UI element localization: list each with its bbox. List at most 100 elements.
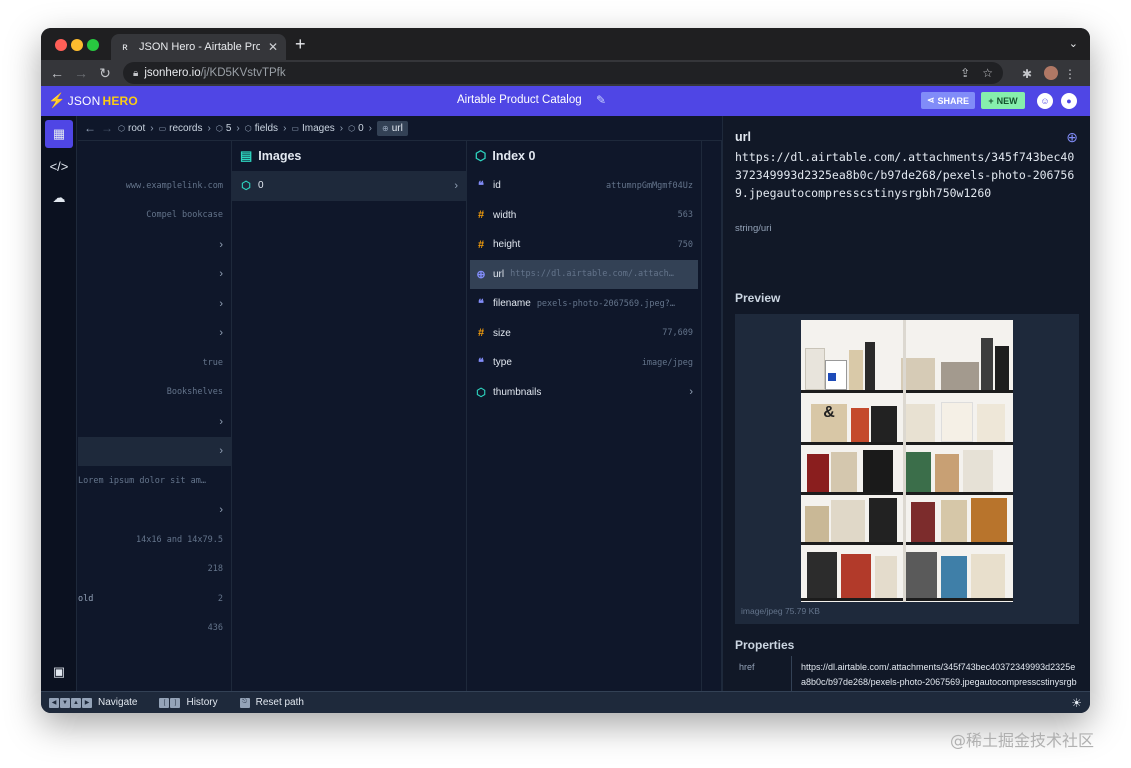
table-row[interactable]: ❝ id attumnpGmMgmf04Uz — [467, 171, 701, 201]
edit-title-icon[interactable]: ✎ — [596, 93, 606, 107]
list-item[interactable]: › — [78, 230, 231, 260]
path-forward-icon[interactable]: → — [101, 121, 113, 135]
back-icon[interactable]: ← — [45, 65, 69, 81]
detail-value[interactable]: https://dl.airtable.com/.attachments/345… — [735, 148, 1075, 202]
chevron-right-icon: › — [219, 327, 223, 340]
item-key: 0 — [258, 180, 264, 192]
list-item[interactable]: › — [78, 407, 231, 437]
item-value: 77,609 — [662, 328, 693, 339]
list-item[interactable]: › — [78, 496, 231, 526]
reload-icon[interactable]: ↻ — [93, 65, 117, 82]
field-value: www.examplelink.com — [125, 180, 223, 191]
list-item[interactable]: › — [78, 289, 231, 319]
list-item[interactable]: 218 — [78, 555, 231, 585]
item-key: thumbnails — [493, 386, 542, 398]
arrow-keys-icon: ◀ ▼ ▲ ▶ — [49, 697, 92, 708]
item-key: width — [493, 209, 517, 221]
minimize-window-button[interactable] — [71, 39, 83, 51]
table-row[interactable]: ❝ filename pexels-photo-2067569.jpeg?… — [467, 289, 701, 319]
list-item[interactable]: Compel bookcase — [78, 201, 231, 231]
item-key: type — [493, 357, 512, 369]
path-back-icon[interactable]: ← — [84, 121, 96, 135]
lock-icon[interactable]: 🔒︎ — [133, 68, 138, 79]
bookshelf-photo[interactable]: & — [801, 320, 1013, 602]
share-page-icon[interactable]: ⇪ — [960, 66, 970, 80]
crumb-label: records — [169, 122, 203, 134]
list-item[interactable]: true — [78, 348, 231, 378]
chevron-right-icon: › — [207, 122, 211, 134]
esc-key-icon: ⎋ — [239, 697, 250, 708]
forward-icon[interactable]: → — [69, 65, 93, 81]
code-view-icon[interactable]: </> — [45, 152, 73, 180]
table-row[interactable]: ⬡ thumbnails › — [467, 378, 701, 408]
list-item[interactable]: › — [78, 260, 231, 290]
tab-search-icon[interactable]: ⌄ — [1069, 37, 1078, 50]
book — [807, 454, 829, 492]
list-item[interactable]: Lorem ipsum dolor sit am… — [78, 466, 231, 496]
share-icon: ⋖ — [926, 95, 935, 105]
field-value: true — [202, 357, 223, 368]
list-item[interactable]: old 2 — [78, 584, 231, 614]
browser-menu-icon[interactable]: ⋮ — [1064, 67, 1076, 81]
globe-icon[interactable]: ⊕ — [1066, 129, 1078, 146]
field-key: old — [78, 593, 94, 604]
close-window-button[interactable] — [55, 39, 67, 51]
field-value: 2 — [217, 593, 223, 604]
object-icon: ⬡ — [215, 123, 223, 133]
list-item[interactable]: 436 — [78, 614, 231, 644]
item-value: https://dl.airtable.com/.attach… — [510, 269, 674, 280]
browser-tab[interactable]: ʀ JSON Hero - Airtable Product ✕ — [111, 34, 286, 60]
document-title[interactable]: Airtable Product Catalog — [457, 94, 582, 106]
profile-avatar[interactable] — [1044, 66, 1058, 80]
list-item[interactable]: › — [78, 319, 231, 349]
table-row[interactable]: ❝ type image/jpeg — [467, 348, 701, 378]
item-value: 750 — [677, 239, 693, 250]
crumb-root[interactable]: ⬡ root — [118, 123, 145, 134]
quote-icon: ❝ — [478, 357, 484, 370]
share-button[interactable]: ⋖ SHARE — [921, 92, 975, 109]
book — [865, 342, 875, 390]
book — [825, 360, 847, 390]
index-column: ⬡ Index 0 ❝ id attumnpGmMgmf04Uz # width 563… — [467, 141, 702, 691]
wall-divider — [903, 320, 906, 602]
crumb-records[interactable]: ▭ records — [159, 123, 203, 134]
bookmark-star-icon[interactable]: ☆ — [982, 66, 993, 80]
column-title: Images — [258, 149, 302, 163]
hash-icon: # — [477, 209, 485, 222]
chevron-right-icon: › — [219, 504, 223, 517]
list-item[interactable]: Bookshelves — [78, 378, 231, 408]
table-row[interactable]: # width 563 — [467, 201, 701, 231]
crumb-index[interactable]: ⬡ 5 — [216, 123, 232, 134]
crumb-zero[interactable]: ⬡ 0 — [348, 123, 364, 134]
extensions-icon[interactable]: ✱ — [1022, 67, 1032, 81]
list-item-selected[interactable]: › — [78, 436, 231, 466]
new-button[interactable]: + NEW — [981, 92, 1025, 109]
address-toolbar: ← → ↻ 🔒︎ jsonhero.io /j/KD5KVstvTPfk ⇪ ☆… — [41, 60, 1090, 86]
address-bar[interactable]: 🔒︎ jsonhero.io /j/KD5KVstvTPfk ⇪ ☆ — [123, 62, 1003, 84]
list-item-selected[interactable]: ⬡ 0 › — [232, 171, 466, 201]
object-icon: ⬡ — [118, 123, 125, 133]
terminal-icon[interactable]: ▣ — [45, 658, 73, 686]
columns-view-icon[interactable]: ▦ — [45, 120, 73, 148]
list-item[interactable]: www.examplelink.com — [78, 171, 231, 201]
chevron-right-icon: › — [219, 297, 223, 310]
close-tab-icon[interactable]: ✕ — [268, 40, 278, 54]
maximize-window-button[interactable] — [87, 39, 99, 51]
list-item[interactable]: 14x16 and 14x79.5 — [78, 525, 231, 555]
field-value: 14x16 and 14x79.5 — [136, 534, 223, 545]
new-tab-button[interactable]: + — [295, 35, 306, 53]
github-icon[interactable]: ● — [1061, 93, 1077, 109]
table-row-selected[interactable]: ⊕ url https://dl.airtable.com/.attach… — [470, 259, 698, 289]
crumb-images[interactable]: ▭ Images — [291, 123, 334, 134]
table-row[interactable]: # height 750 — [467, 230, 701, 260]
crumb-url[interactable]: ⊕ url — [377, 120, 408, 136]
tree-view-icon[interactable]: ☁ — [45, 184, 73, 212]
theme-toggle-icon[interactable]: ☀ — [1071, 696, 1082, 710]
chevron-right-icon: › — [339, 122, 344, 134]
discord-icon[interactable]: ☺ — [1037, 93, 1053, 109]
jsonhero-logo[interactable]: ⚡ JSON HERO — [48, 92, 138, 109]
table-row[interactable]: # size 77,609 — [467, 319, 701, 349]
reset-path-hint[interactable]: Reset path — [256, 697, 304, 708]
crumb-fields[interactable]: ⬡ fields — [245, 123, 278, 134]
shelf — [801, 390, 1013, 393]
